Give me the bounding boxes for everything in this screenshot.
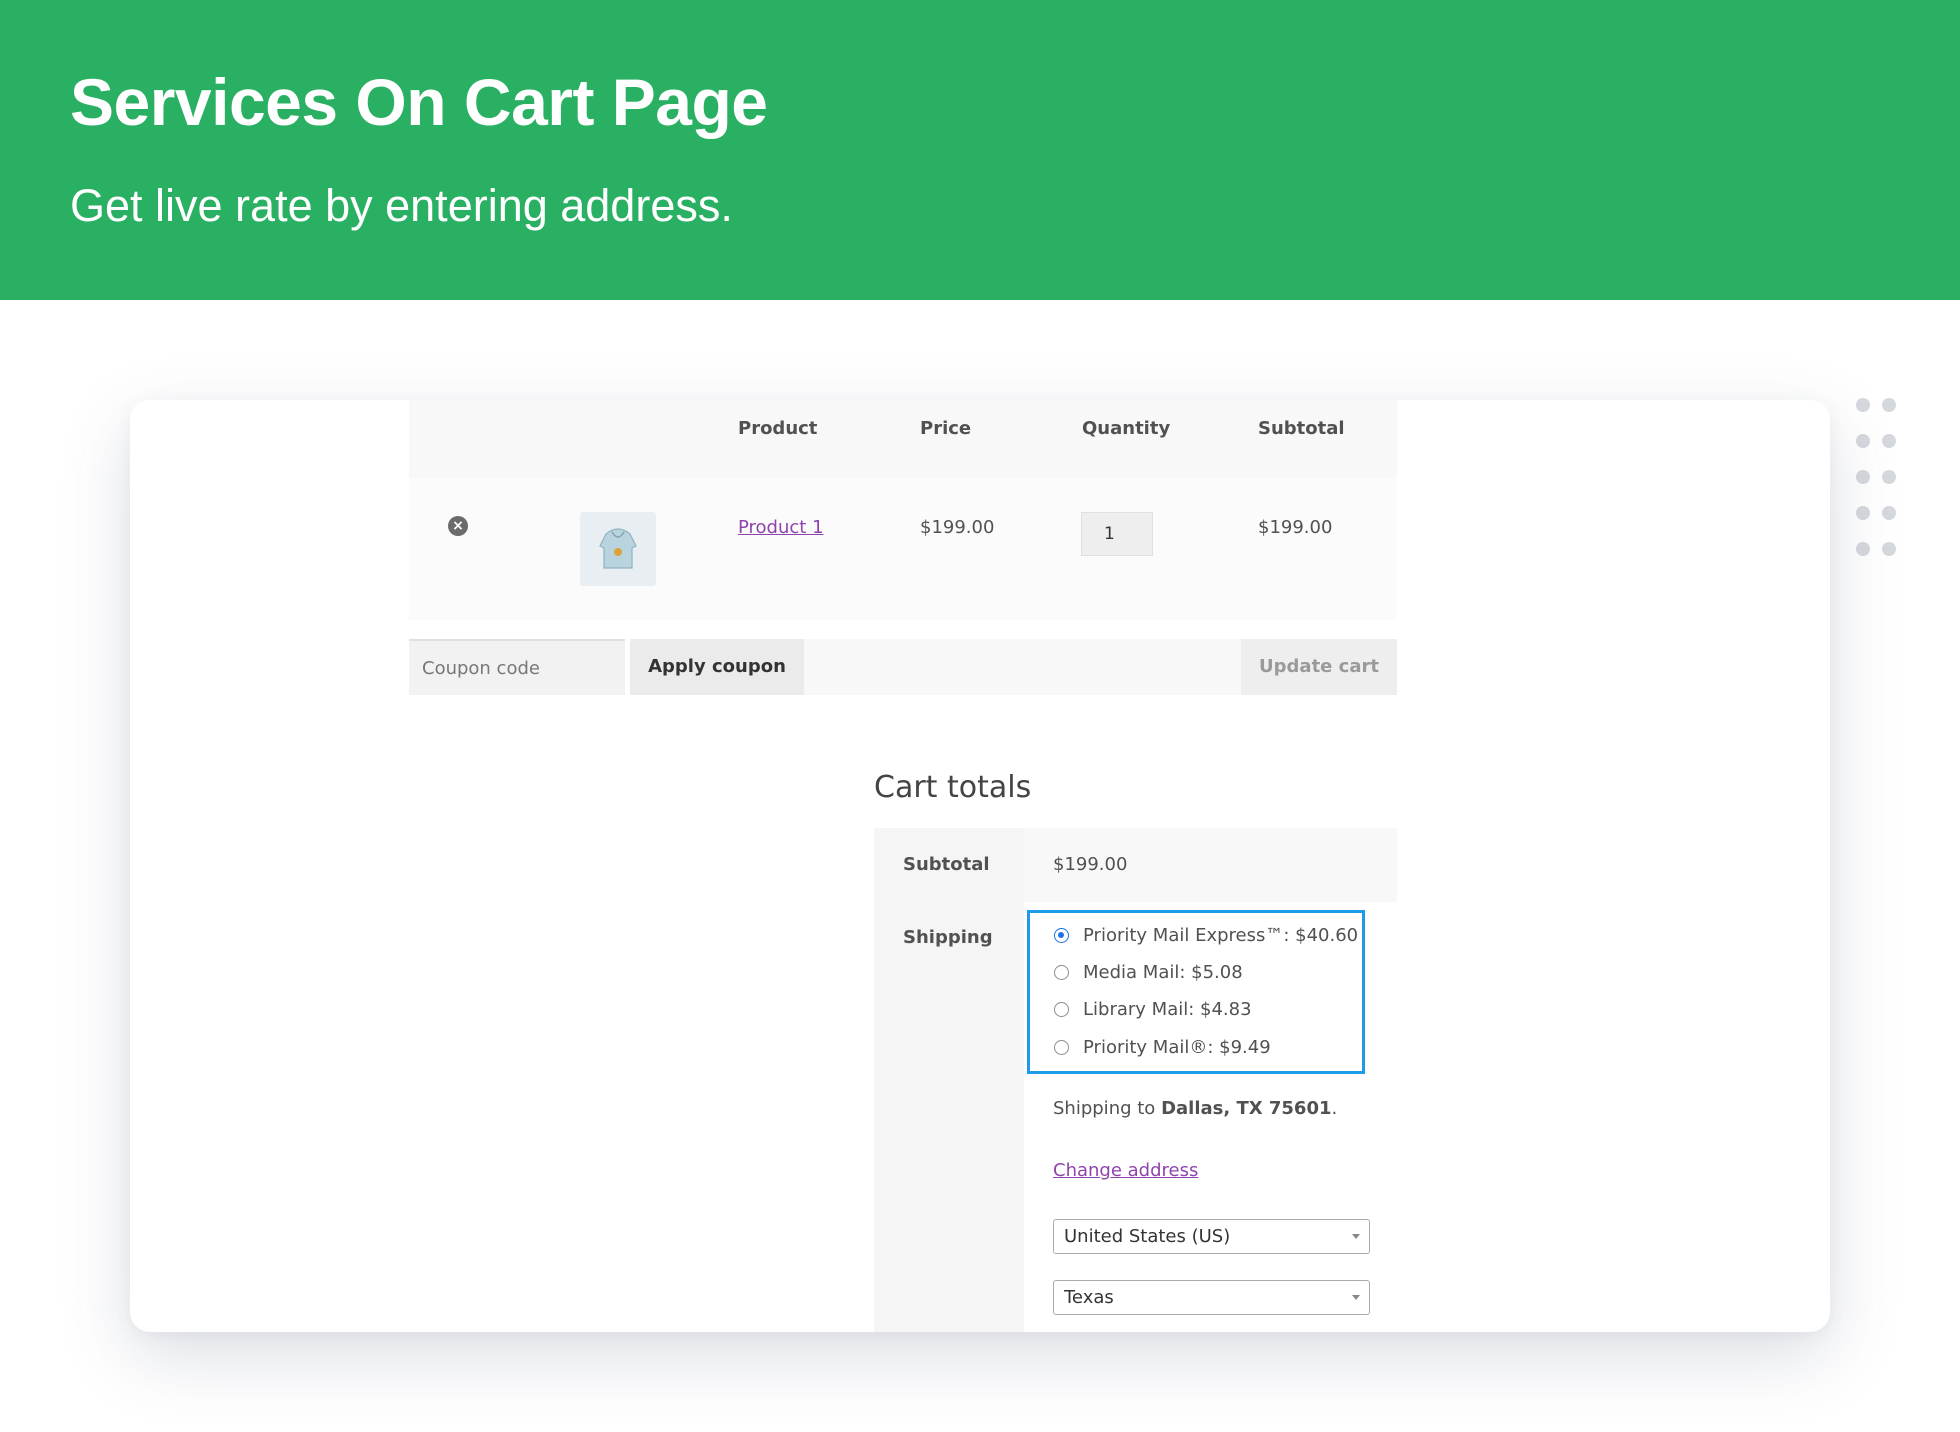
product-link[interactable]: Product 1: [738, 517, 824, 538]
totals-label-column: [874, 828, 1024, 1332]
screenshot-card: Product Price Quantity Subtotal × Produc…: [130, 400, 1830, 1332]
page-subtitle: Get live rate by entering address.: [70, 180, 733, 231]
cart-table-header: [409, 400, 1397, 478]
subtotal-label: Subtotal: [903, 854, 990, 875]
column-header-product: Product: [738, 418, 818, 439]
apply-coupon-button[interactable]: Apply coupon: [630, 639, 804, 695]
shipping-to-suffix: .: [1331, 1098, 1338, 1119]
subtotal-value: $199.00: [1053, 854, 1128, 875]
country-select-value: United States (US): [1064, 1226, 1231, 1247]
update-cart-button[interactable]: Update cart: [1241, 639, 1397, 695]
hoodie-thumbnail[interactable]: [580, 512, 656, 586]
chevron-down-icon: [1352, 1295, 1360, 1300]
shipping-option-label[interactable]: Priority Mail®: $9.49: [1083, 1037, 1271, 1058]
cart-totals-title: Cart totals: [874, 770, 1032, 805]
shipping-option-label[interactable]: Library Mail: $4.83: [1083, 999, 1252, 1020]
shipping-option-radio[interactable]: [1054, 965, 1069, 980]
shipping-to-prefix: Shipping to: [1053, 1098, 1156, 1119]
item-price: $199.00: [920, 517, 995, 538]
close-circle-icon[interactable]: ×: [448, 516, 468, 536]
shipping-option-label[interactable]: Media Mail: $5.08: [1083, 962, 1243, 983]
coupon-code-input[interactable]: Coupon code: [409, 639, 625, 695]
state-select[interactable]: Texas: [1053, 1280, 1370, 1315]
shipping-destination: Shipping to Dallas, TX 75601.: [1053, 1098, 1337, 1119]
page-title: Services On Cart Page: [70, 65, 768, 139]
chevron-down-icon: [1352, 1234, 1360, 1239]
shipping-to-address: Dallas, TX 75601: [1161, 1098, 1332, 1119]
state-select-value: Texas: [1064, 1287, 1114, 1308]
item-subtotal: $199.00: [1258, 517, 1333, 538]
shipping-option-radio[interactable]: [1054, 1040, 1069, 1055]
column-header-price: Price: [920, 418, 972, 439]
header-banner: Services On Cart Page Get live rate by e…: [0, 0, 1960, 300]
decorative-dots: [1856, 398, 1904, 558]
column-header-quantity: Quantity: [1082, 418, 1171, 439]
country-select[interactable]: United States (US): [1053, 1219, 1370, 1254]
quantity-input[interactable]: 1: [1081, 512, 1153, 556]
change-address-link[interactable]: Change address: [1053, 1160, 1198, 1181]
shipping-label: Shipping: [903, 927, 993, 948]
table-row: [409, 478, 1397, 620]
column-header-subtotal: Subtotal: [1258, 418, 1345, 439]
shipping-option-radio[interactable]: [1054, 1002, 1069, 1017]
shipping-option-label[interactable]: Priority Mail Express™: $40.60: [1083, 925, 1358, 946]
shipping-option-radio[interactable]: [1054, 928, 1069, 943]
